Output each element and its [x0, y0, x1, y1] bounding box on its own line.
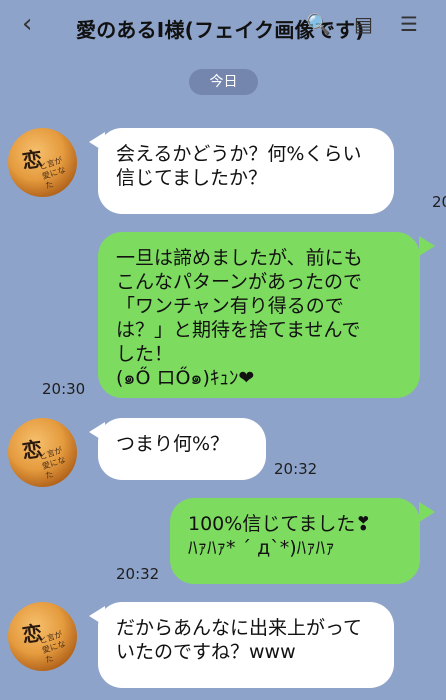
chat-header: ‹ 愛のあるI様(フェイク画像です) 🔍 ▤ ☰: [0, 0, 446, 52]
message-bubble: 会えるかどうか？何%くらい 信じてましたか？: [98, 128, 394, 214]
message-bubble: 一旦は諦めましたが、前にも こんなパターンがあったので 「ワンチャン有り得るので…: [98, 232, 420, 398]
message-time: 20:32: [274, 460, 318, 478]
message-bubble: つまり何%？: [98, 418, 266, 480]
note-icon[interactable]: ▤: [354, 12, 373, 36]
menu-icon[interactable]: ☰: [400, 12, 418, 36]
avatar-caption: と言が 愛になた: [38, 155, 67, 191]
message-bubble: 100%信じてました❣ ﾊｧﾊｧ* ´ д`*)ﾊｧﾊｧ: [170, 498, 420, 584]
message-time: 20:30: [42, 380, 86, 398]
message-time: 20: [432, 193, 446, 211]
avatar[interactable]: 恋 と言が 愛になた: [8, 602, 77, 671]
message-time: 20:32: [116, 565, 160, 583]
back-chevron-icon[interactable]: ‹: [22, 10, 50, 38]
message-bubble: だからあんなに出来上がって いたのですね？www: [98, 602, 394, 688]
chat-title: 愛のあるI様(フェイク画像です): [76, 18, 365, 42]
avatar[interactable]: 恋 と言が 愛になた: [8, 418, 77, 487]
avatar-caption: と言が 愛になた: [38, 445, 67, 481]
date-pill: 今日: [189, 69, 258, 95]
avatar[interactable]: 恋 と言が 愛になた: [8, 128, 77, 197]
search-icon[interactable]: 🔍: [306, 12, 331, 36]
bubble-tail: [419, 502, 435, 522]
bubble-tail: [419, 236, 435, 256]
avatar-caption: と言が 愛になた: [38, 629, 67, 665]
